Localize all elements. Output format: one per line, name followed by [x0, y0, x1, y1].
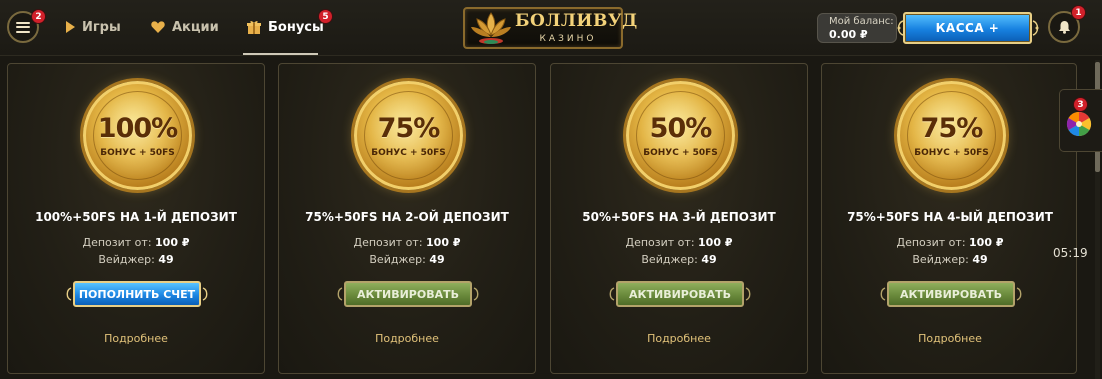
- coin-subtitle: БОНУС + 50FS: [371, 148, 446, 158]
- hamburger-icon: [16, 21, 30, 33]
- fortune-wheel-icon: [1066, 112, 1092, 136]
- heart-icon: [151, 21, 165, 33]
- ornament-right-icon: [745, 287, 751, 301]
- bonus-title: 50%+50FS НА 3-Й ДЕПОЗИТ: [582, 210, 776, 224]
- bonus-coin: 75% БОНУС + 50FS: [897, 81, 1006, 190]
- deposit-line: Депозит от: 100 ₽: [8, 236, 264, 249]
- wager-line: Вейджер: 49: [551, 253, 807, 266]
- coin-percent: 75%: [377, 113, 441, 144]
- wheel-badge: 3: [1073, 97, 1088, 112]
- wager-line: Вейджер: 49: [822, 253, 1078, 266]
- coin-subtitle: БОНУС + 50FS: [643, 148, 718, 158]
- ornament-right-icon: [202, 287, 208, 301]
- deposit-label: Депозит от:: [353, 236, 423, 249]
- active-tab-underline: [243, 53, 318, 55]
- more-link[interactable]: Подробнее: [8, 332, 264, 345]
- ornament-left-icon: [337, 287, 343, 301]
- ornament-right-icon: [1032, 20, 1039, 36]
- session-timer: 05:19: [1053, 246, 1088, 260]
- bonus-coin: 100% БОНУС + 50FS: [83, 81, 192, 190]
- wager-line: Вейджер: 49: [8, 253, 264, 266]
- bonus-title: 100%+50FS НА 1-Й ДЕПОЗИТ: [35, 210, 237, 224]
- coin-subtitle: БОНУС + 50FS: [914, 148, 989, 158]
- ornament-left-icon: [880, 287, 886, 301]
- ornament-right-icon: [1016, 287, 1022, 301]
- bonus-card: 75% БОНУС + 50FS 75%+50FS НА 2-ОЙ ДЕПОЗИ…: [278, 63, 536, 374]
- wager-label: Вейджер:: [912, 253, 969, 266]
- bonuses-badge: 5: [318, 9, 333, 24]
- deposit-line: Депозит от: 100 ₽: [822, 236, 1078, 249]
- coin-percent: 75%: [920, 113, 984, 144]
- bonus-coin: 75% БОНУС + 50FS: [354, 81, 463, 190]
- deposit-label: Депозит от:: [625, 236, 695, 249]
- bonus-card: 100% БОНУС + 50FS 100%+50FS НА 1-Й ДЕПОЗ…: [7, 63, 265, 374]
- more-link[interactable]: Подробнее: [822, 332, 1078, 345]
- ornament-right-icon: [473, 287, 479, 301]
- activate-button[interactable]: АКТИВИРОВАТЬ: [887, 281, 1015, 307]
- casino-logo[interactable]: БОЛЛИВУД КАЗИНО: [463, 7, 637, 49]
- balance-label: Мой баланс:: [829, 16, 894, 27]
- fortune-wheel-button[interactable]: 3: [1059, 89, 1102, 152]
- more-link[interactable]: Подробнее: [551, 332, 807, 345]
- ornament-left-icon: [66, 287, 72, 301]
- deposit-value: 100 ₽: [969, 236, 1004, 249]
- deposit-button[interactable]: ПОПОЛНИТЬ СЧЕТ: [73, 281, 201, 307]
- bonus-card: 50% БОНУС + 50FS 50%+50FS НА 3-Й ДЕПОЗИТ…: [550, 63, 808, 374]
- activate-button[interactable]: АКТИВИРОВАТЬ: [344, 281, 472, 307]
- deposit-line: Депозит от: 100 ₽: [551, 236, 807, 249]
- logo-title: БОЛЛИВУД: [515, 11, 638, 31]
- bonus-title: 75%+50FS НА 2-ОЙ ДЕПОЗИТ: [305, 210, 509, 224]
- gift-icon: [247, 21, 261, 34]
- wager-label: Вейджер:: [641, 253, 698, 266]
- top-header: 2 Игры Акции Бонусы 5 БОЛЛИВУД КАЗИНО Мо…: [0, 0, 1102, 56]
- wager-value: 49: [429, 253, 445, 266]
- wager-value: 49: [972, 253, 988, 266]
- wager-value: 49: [701, 253, 717, 266]
- deposit-value: 100 ₽: [698, 236, 733, 249]
- balance-value: 0.00 ₽: [829, 28, 868, 41]
- bonus-coin: 50% БОНУС + 50FS: [626, 81, 735, 190]
- ornament-left-icon: [609, 287, 615, 301]
- wager-line: Вейджер: 49: [279, 253, 535, 266]
- balance-box[interactable]: Мой баланс: 0.00 ₽: [817, 13, 897, 43]
- deposit-line: Депозит от: 100 ₽: [279, 236, 535, 249]
- play-icon: [66, 21, 75, 33]
- wager-label: Вейджер:: [369, 253, 426, 266]
- notifications-badge: 1: [1071, 5, 1086, 20]
- deposit-value: 100 ₽: [155, 236, 190, 249]
- coin-subtitle: БОНУС + 50FS: [100, 148, 175, 158]
- deposit-label: Депозит от:: [82, 236, 152, 249]
- nav-bonuses[interactable]: Бонусы: [247, 17, 324, 37]
- nav-bonuses-label: Бонусы: [268, 19, 324, 35]
- cashier-button[interactable]: КАССА +: [903, 12, 1032, 44]
- wager-label: Вейджер:: [98, 253, 155, 266]
- deposit-value: 100 ₽: [426, 236, 461, 249]
- coin-percent: 50%: [649, 113, 713, 144]
- coin-percent: 100%: [97, 113, 178, 144]
- nav-promotions-label: Акции: [172, 19, 219, 35]
- more-link[interactable]: Подробнее: [279, 332, 535, 345]
- nav-promotions[interactable]: Акции: [151, 17, 219, 37]
- wager-value: 49: [158, 253, 174, 266]
- deposit-label: Депозит от:: [896, 236, 966, 249]
- menu-badge: 2: [31, 9, 46, 24]
- bell-icon: [1058, 21, 1070, 34]
- bonus-card: 75% БОНУС + 50FS 75%+50FS НА 4-ЫЙ ДЕПОЗИ…: [821, 63, 1077, 374]
- activate-button[interactable]: АКТИВИРОВАТЬ: [616, 281, 744, 307]
- bonus-title: 75%+50FS НА 4-ЫЙ ДЕПОЗИТ: [847, 210, 1053, 224]
- lotus-icon: [471, 12, 511, 44]
- nav-games[interactable]: Игры: [65, 17, 121, 37]
- logo-subtitle: КАЗИНО: [539, 34, 597, 44]
- nav-games-label: Игры: [82, 19, 121, 35]
